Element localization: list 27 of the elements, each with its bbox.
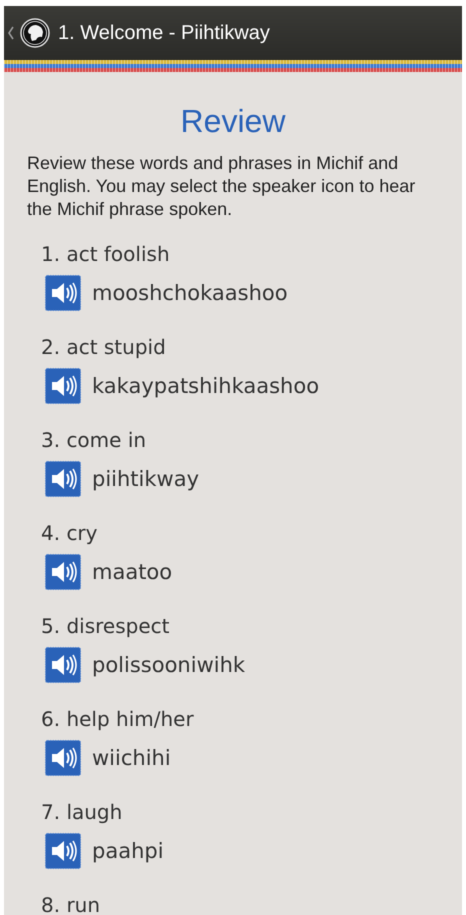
speaker-icon[interactable] xyxy=(45,647,81,683)
english-phrase: 8. run xyxy=(41,892,102,915)
michif-phrase: mooshchokaashoo xyxy=(92,281,288,305)
logo-icon xyxy=(20,18,50,48)
english-phrase: 3. come in xyxy=(41,427,148,453)
english-phrase: 5. disrespect xyxy=(41,613,170,639)
english-phrase: 4. cry xyxy=(41,520,98,546)
michif-phrase: maatoo xyxy=(92,560,172,584)
michif-phrase: wiichihi xyxy=(92,746,171,770)
english-phrase: 2. act stupid xyxy=(41,334,167,360)
michif-phrase: polissooniwihk xyxy=(92,653,246,677)
michif-phrase: piihtikway xyxy=(92,467,200,491)
speaker-icon[interactable] xyxy=(45,461,81,497)
speaker-icon[interactable] xyxy=(45,275,81,311)
english-phrase: 1. act foolish xyxy=(41,241,171,267)
intro-paragraph: Review these words and phrases in Michif and English. You may select the speaker icon to hear the Michif phrase spoken. xyxy=(27,152,416,221)
speaker-icon[interactable] xyxy=(45,740,81,776)
speaker-icon[interactable] xyxy=(45,554,81,590)
english-phrase: 7. laugh xyxy=(41,799,124,825)
back-chevron-icon[interactable] xyxy=(8,26,14,40)
page-heading: Review xyxy=(180,102,286,140)
speaker-icon[interactable] xyxy=(45,368,81,404)
screen-title: 1. Welcome - Piihtikway xyxy=(58,22,270,44)
michif-phrase: kakaypatshihkaashoo xyxy=(92,374,320,398)
english-phrase: 6. help him/her xyxy=(41,706,195,732)
michif-phrase: paahpi xyxy=(92,839,164,863)
speaker-icon[interactable] xyxy=(45,833,81,869)
